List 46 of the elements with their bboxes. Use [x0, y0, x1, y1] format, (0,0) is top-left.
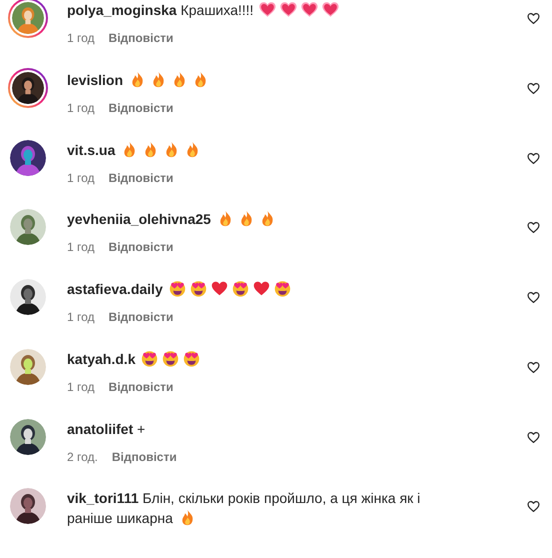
- comment-time: 1 год: [67, 378, 95, 395]
- like-icon[interactable]: [527, 152, 540, 164]
- comment-text: anatoliifet +: [67, 420, 146, 438]
- username-link[interactable]: yevheniia_olehivna25: [67, 211, 211, 228]
- username-link[interactable]: katyah.d.k: [67, 350, 136, 367]
- comment-time: 1 год: [67, 309, 95, 325]
- comment-text: vik_tori111 Блін, скільки років пройшло, а ця жінка як і раніше шикарна: [67, 489, 422, 528]
- like-icon[interactable]: [527, 360, 540, 374]
- smiling-face-icon: [183, 350, 200, 367]
- comment-time: 1 год: [67, 170, 95, 186]
- heart-icon: [252, 280, 270, 297]
- like-icon[interactable]: [527, 500, 540, 514]
- heart-icon: [210, 280, 228, 297]
- like-icon[interactable]: [527, 291, 540, 304]
- username-link[interactable]: astafieva.daily: [67, 281, 163, 297]
- username-link[interactable]: levislion: [67, 72, 124, 88]
- reply-button[interactable]: Відповісти: [108, 170, 174, 186]
- username-link[interactable]: anatoliifet: [67, 420, 134, 436]
- username-link[interactable]: vik_tori111: [67, 490, 139, 506]
- smiling-face-icon: [190, 280, 207, 297]
- username-link[interactable]: vit.s.ua: [67, 142, 116, 158]
- heart-icon: [280, 1, 298, 18]
- smiling-face-icon: [168, 280, 186, 297]
- comment-text: polya_moginska Крашиха!!!!: [67, 0, 467, 20]
- like-icon[interactable]: [527, 82, 540, 95]
- reply-button[interactable]: Відповісти: [108, 30, 174, 46]
- username-link[interactable]: polya_moginska: [67, 2, 177, 18]
- comment-time: 1 год: [67, 239, 95, 256]
- heart-icon: [259, 1, 276, 18]
- heart-icon: [301, 1, 318, 18]
- reply-button[interactable]: Відповісти: [112, 448, 177, 464]
- reply-button[interactable]: Відповісти: [108, 239, 174, 256]
- smiling-face-icon: [274, 280, 291, 297]
- comment-time: 1 год: [67, 100, 95, 116]
- comment-time: 2 год.: [67, 448, 98, 464]
- like-icon[interactable]: [527, 12, 540, 25]
- comment-time: 1 год: [67, 30, 95, 46]
- heart-icon: [322, 1, 340, 18]
- like-icon[interactable]: [527, 221, 540, 234]
- smiling-face-icon: [162, 350, 180, 367]
- reply-button[interactable]: Відповісти: [108, 378, 174, 395]
- reply-button[interactable]: Відповісти: [108, 309, 174, 325]
- like-icon[interactable]: [527, 430, 540, 444]
- reply-button[interactable]: Відповісти: [108, 100, 174, 116]
- smiling-face-icon: [232, 280, 249, 297]
- smiling-face-icon: [141, 350, 158, 367]
